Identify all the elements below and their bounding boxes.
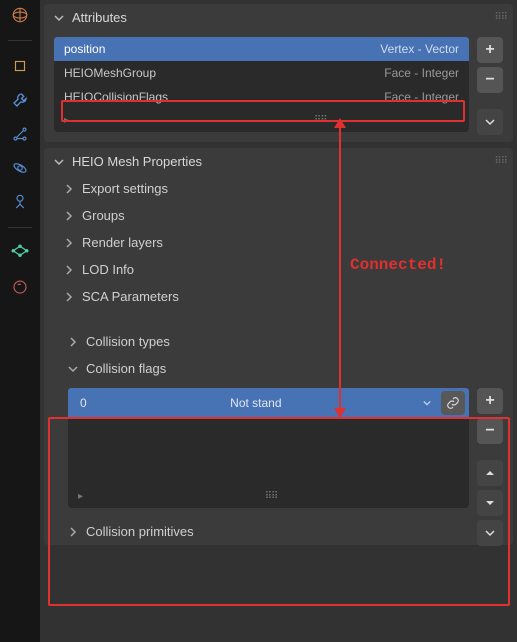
- attribute-row[interactable]: position Vertex - Vector: [54, 37, 469, 61]
- chevron-right-icon: [62, 182, 76, 196]
- link-icon[interactable]: [441, 391, 465, 415]
- heio-header[interactable]: HEIO Mesh Properties ⠿⠿: [44, 148, 513, 175]
- particles-tab-icon[interactable]: [9, 123, 31, 145]
- panel-title: HEIO Mesh Properties: [72, 154, 505, 169]
- heio-panel: HEIO Mesh Properties ⠿⠿ Export settings …: [44, 148, 513, 545]
- collision-primitives-row[interactable]: Collision primitives: [58, 518, 513, 545]
- object-tab-icon[interactable]: [9, 55, 31, 77]
- constraints-tab-icon[interactable]: [9, 191, 31, 213]
- row-label: Collision primitives: [86, 524, 194, 539]
- collision-types-row[interactable]: Collision types: [58, 328, 513, 355]
- row-label: Export settings: [82, 181, 168, 196]
- chevron-right-icon: [66, 525, 80, 539]
- add-attribute-button[interactable]: +: [477, 37, 503, 63]
- row-label: Render layers: [82, 235, 163, 250]
- flag-menu-button[interactable]: [477, 520, 503, 546]
- lod-info-row[interactable]: LOD Info: [44, 256, 513, 283]
- chevron-right-icon: [62, 236, 76, 250]
- remove-attribute-button[interactable]: −: [477, 67, 503, 93]
- row-label: LOD Info: [82, 262, 134, 277]
- attribute-row[interactable]: HEIOMeshGroup Face - Integer: [54, 61, 469, 85]
- chevron-right-icon: [62, 263, 76, 277]
- attribute-name: HEIOCollisionFlags: [64, 90, 168, 104]
- move-up-button[interactable]: [477, 460, 503, 486]
- attributes-panel: Attributes ⠿⠿ + − position Vertex - Vect…: [44, 4, 513, 142]
- properties-main: Attributes ⠿⠿ + − position Vertex - Vect…: [40, 0, 517, 642]
- chevron-right-icon: [66, 335, 80, 349]
- resize-grip-icon[interactable]: ⠿⠿: [265, 491, 278, 502]
- panel-title: Attributes: [72, 10, 505, 25]
- properties-tab-bar: [0, 0, 40, 642]
- move-down-button[interactable]: [477, 490, 503, 516]
- attribute-type: Face - Integer: [384, 90, 459, 104]
- export-settings-row[interactable]: Export settings: [44, 175, 513, 202]
- chevron-right-icon: [62, 209, 76, 223]
- chevron-down-icon: [66, 362, 80, 376]
- add-flag-button[interactable]: +: [477, 388, 503, 414]
- attribute-name: HEIOMeshGroup: [64, 66, 156, 80]
- resize-grip-icon[interactable]: ⠿⠿: [314, 115, 327, 126]
- chevron-down-icon: [52, 11, 66, 25]
- row-label: Collision flags: [86, 361, 166, 376]
- mesh-data-tab-icon[interactable]: [9, 242, 31, 264]
- attribute-menu-button[interactable]: [477, 109, 503, 135]
- drag-grip-icon[interactable]: ⠿⠿: [494, 156, 507, 167]
- render-layers-row[interactable]: Render layers: [44, 229, 513, 256]
- drag-grip-icon[interactable]: ⠿⠿: [494, 12, 507, 23]
- expand-icon[interactable]: ▸: [78, 491, 83, 502]
- chevron-right-icon: [62, 290, 76, 304]
- list-footer: ▸ ⠿⠿: [68, 491, 469, 502]
- attribute-type: Face - Integer: [384, 66, 459, 80]
- attributes-header[interactable]: Attributes ⠿⠿: [44, 4, 513, 31]
- collision-flags-list[interactable]: 0 Not stand ▸ ⠿⠿: [68, 388, 469, 508]
- flag-row[interactable]: 0 Not stand: [68, 388, 469, 418]
- list-footer: ▸ ⠿⠿: [54, 109, 469, 132]
- groups-row[interactable]: Groups: [44, 202, 513, 229]
- remove-flag-button[interactable]: −: [477, 418, 503, 444]
- attribute-name: position: [64, 42, 105, 56]
- expand-icon[interactable]: ▸: [64, 115, 69, 126]
- modifiers-tab-icon[interactable]: [9, 89, 31, 111]
- flag-index: 0: [72, 396, 95, 410]
- physics-tab-icon[interactable]: [9, 157, 31, 179]
- collision-flags-row[interactable]: Collision flags: [58, 355, 513, 382]
- row-label: Groups: [82, 208, 125, 223]
- material-tab-icon[interactable]: [9, 276, 31, 298]
- chevron-down-icon: [52, 155, 66, 169]
- sca-parameters-row[interactable]: SCA Parameters: [44, 283, 513, 310]
- attribute-row[interactable]: HEIOCollisionFlags Face - Integer: [54, 85, 469, 109]
- row-label: Collision types: [86, 334, 170, 349]
- attribute-list[interactable]: position Vertex - Vector HEIOMeshGroup F…: [54, 37, 469, 132]
- attribute-type: Vertex - Vector: [380, 42, 459, 56]
- chevron-down-icon[interactable]: [417, 396, 437, 410]
- row-label: SCA Parameters: [82, 289, 179, 304]
- world-tab-icon[interactable]: [9, 4, 31, 26]
- flag-name: Not stand: [95, 396, 417, 410]
